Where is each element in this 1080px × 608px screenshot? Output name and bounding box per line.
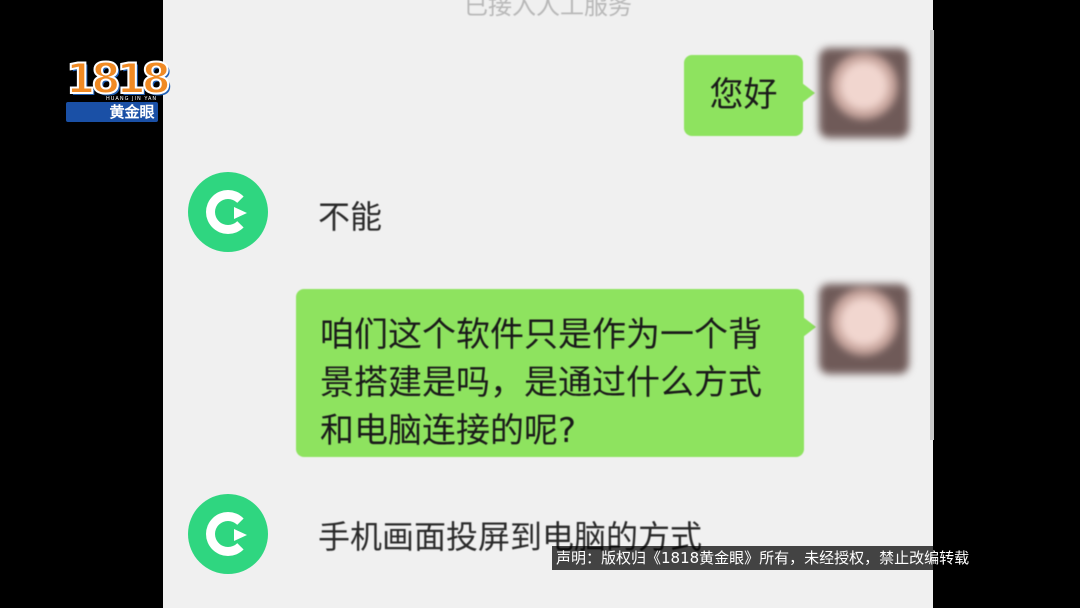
logo-label: 黄金眼 — [109, 103, 155, 121]
video-frame: 已接入人工服务 您好 不能 咱们这个软件只是作为一个背 景搭建是吗，是通过什么方… — [0, 0, 1080, 608]
broadcaster-logo: 1818 HUANG JIN YAN 黄金眼 — [65, 53, 172, 124]
copyright-caption: 声明：版权归《1818黄金眼》所有，未经授权，禁止改编转载 — [552, 546, 998, 570]
message-bubble-outgoing[interactable]: 您好 — [684, 55, 815, 136]
user-avatar[interactable] — [819, 284, 909, 374]
bot-avatar[interactable] — [188, 494, 268, 574]
bot-avatar[interactable] — [188, 172, 268, 252]
screen-edge — [930, 30, 934, 440]
chat-screen: 已接入人工服务 您好 不能 咱们这个软件只是作为一个背 景搭建是吗，是通过什么方… — [163, 0, 933, 608]
message-line: 和电脑连接的呢? — [320, 411, 577, 451]
message-line: 咱们这个软件只是作为一个背 — [320, 315, 762, 355]
bot-logo-arrow-icon — [234, 207, 247, 219]
system-notice: 已接入人工服务 — [464, 0, 632, 20]
message-bubble-outgoing[interactable]: 咱们这个软件只是作为一个背 景搭建是吗，是通过什么方式 和电脑连接的呢? — [296, 289, 816, 457]
user-avatar[interactable] — [819, 48, 909, 138]
message-text: 您好 — [709, 75, 778, 115]
bot-logo-arrow-icon — [234, 529, 247, 541]
message-line: 景搭建是吗，是通过什么方式 — [320, 363, 762, 403]
message-text-incoming[interactable]: 不能 — [318, 192, 382, 238]
